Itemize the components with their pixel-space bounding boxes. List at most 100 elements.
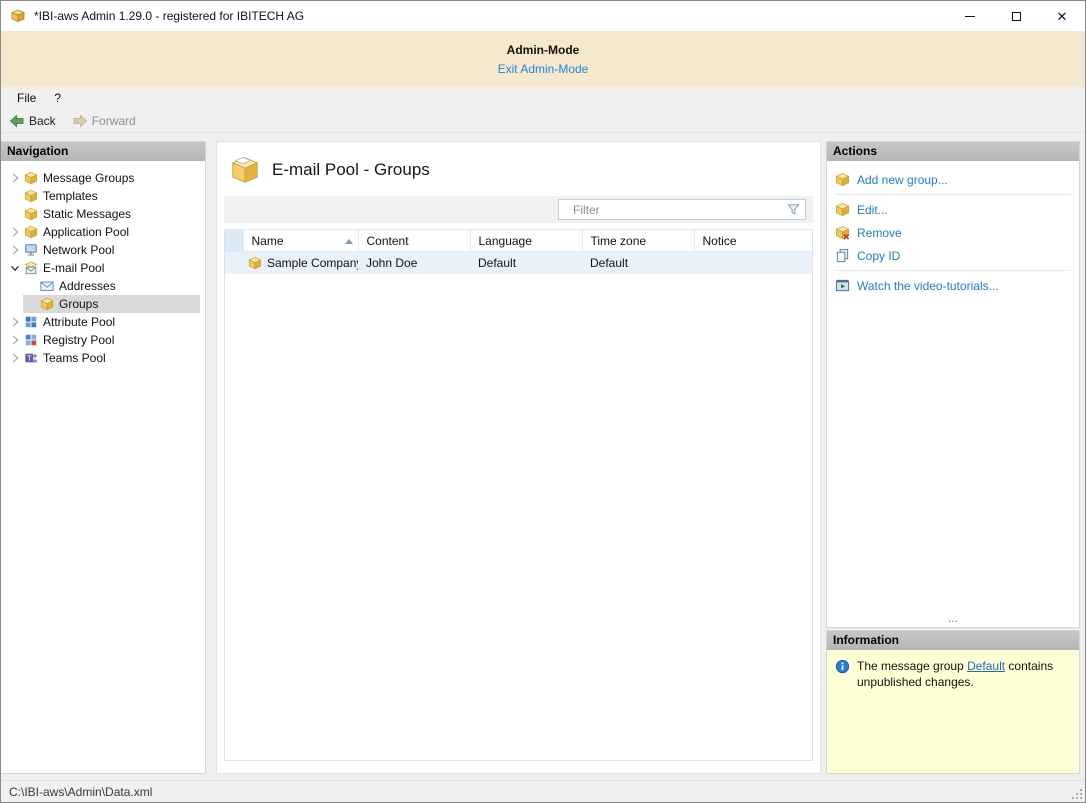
navigation-toolbar: Back Forward: [1, 109, 1085, 133]
cell-language: Default: [478, 256, 517, 270]
admin-mode-title: Admin-Mode: [506, 43, 580, 57]
status-bar: C:\IBI-aws\Admin\Data.xml: [1, 780, 1085, 802]
actions-overflow-indicator[interactable]: ...: [827, 612, 1079, 627]
video-icon: [835, 278, 850, 293]
grid-icon: [23, 314, 39, 330]
chevron-right-icon[interactable]: [7, 332, 23, 348]
cell-time-zone: Default: [590, 256, 629, 270]
table-header-row: Name Content Language Time zone Notice: [225, 229, 812, 252]
svg-text:T: T: [27, 356, 32, 363]
app-icon: [10, 8, 26, 24]
tree-item-groups[interactable]: Groups: [1, 295, 205, 313]
chevron-right-icon[interactable]: [7, 350, 23, 366]
exit-admin-mode-link[interactable]: Exit Admin-Mode: [498, 62, 589, 76]
content-panel: E-mail Pool - Groups Name: [216, 141, 821, 774]
envelope-icon: [39, 278, 55, 294]
back-button[interactable]: Back: [9, 113, 56, 129]
package-icon: [39, 296, 55, 312]
table-row[interactable]: Sample Company ... John Doe Default Defa…: [225, 251, 812, 275]
action-add-new-group[interactable]: Add new group...: [827, 168, 1079, 191]
close-icon: ✕: [1056, 8, 1068, 24]
groups-grid: Name Content Language Time zone Notice S…: [224, 229, 813, 761]
email-pool-icon: [23, 260, 39, 276]
email-pool-groups-icon: [230, 155, 260, 185]
action-copy-id[interactable]: Copy ID: [827, 244, 1079, 267]
package-icon: [23, 224, 39, 240]
package-icon: [23, 170, 39, 186]
chevron-right-icon[interactable]: [7, 314, 23, 330]
title-bar: *IBI-aws Admin 1.29.0 - registered for I…: [1, 1, 1085, 31]
actions-separator: [835, 270, 1071, 271]
filter-funnel-icon[interactable]: [786, 202, 801, 217]
tree-item-addresses[interactable]: Addresses: [1, 277, 205, 295]
page-title-row: E-mail Pool - Groups: [224, 142, 813, 196]
row-selector-header[interactable]: [225, 229, 244, 252]
filter-box: [558, 199, 806, 220]
actions-panel-header: Actions: [827, 142, 1079, 161]
navigation-tree: Message Groups Templates Static Messages: [1, 161, 205, 773]
information-panel-header: Information: [827, 631, 1079, 650]
menu-help[interactable]: ?: [45, 89, 70, 107]
network-icon: [23, 242, 39, 258]
status-file-path: C:\IBI-aws\Admin\Data.xml: [9, 784, 153, 799]
minimize-icon: [965, 15, 975, 17]
default-message-group-link[interactable]: Default: [967, 659, 1005, 673]
info-icon: [835, 659, 850, 674]
tree-item-email-pool[interactable]: E-mail Pool: [1, 259, 205, 277]
cell-notice: [694, 252, 812, 275]
window-title: *IBI-aws Admin 1.29.0 - registered for I…: [34, 9, 305, 23]
column-header-language[interactable]: Language: [470, 229, 583, 252]
column-header-time-zone[interactable]: Time zone: [582, 229, 695, 252]
chevron-right-icon[interactable]: [7, 170, 23, 186]
close-button[interactable]: ✕: [1039, 1, 1085, 31]
row-selector-cell[interactable]: [225, 252, 243, 275]
filter-input[interactable]: [559, 202, 786, 217]
sort-ascending-icon: [344, 239, 353, 244]
package-icon: [248, 256, 262, 270]
tree-item-templates[interactable]: Templates: [1, 187, 205, 205]
tree-item-teams-pool[interactable]: T Teams Pool: [1, 349, 205, 367]
chevron-right-icon[interactable]: [7, 242, 23, 258]
back-arrow-icon: [9, 113, 25, 129]
actions-list: Add new group... Edit... Remove Copy ID: [827, 161, 1079, 613]
main-area: Navigation Message Groups Templates Stat…: [1, 133, 1085, 780]
navigation-panel: Navigation Message Groups Templates Stat…: [1, 141, 206, 774]
menu-file[interactable]: File: [8, 89, 45, 107]
app-window: *IBI-aws Admin 1.29.0 - registered for I…: [0, 0, 1086, 803]
forward-button[interactable]: Forward: [72, 113, 136, 129]
remove-group-icon: [835, 225, 850, 240]
navigation-panel-header: Navigation: [1, 142, 205, 161]
tree-item-registry-pool[interactable]: Registry Pool: [1, 331, 205, 349]
maximize-icon: [1011, 11, 1021, 21]
column-header-notice[interactable]: Notice: [694, 229, 812, 252]
add-group-icon: [835, 172, 850, 187]
page-title: E-mail Pool - Groups: [272, 160, 430, 179]
actions-panel: Actions Add new group... Edit... Remove: [826, 141, 1080, 628]
tree-item-static-messages[interactable]: Static Messages: [1, 205, 205, 223]
teams-icon: T: [23, 350, 39, 366]
action-remove[interactable]: Remove: [827, 221, 1079, 244]
copy-icon: [835, 248, 850, 263]
tree-item-message-groups[interactable]: Message Groups: [1, 169, 205, 187]
maximize-button[interactable]: [993, 1, 1039, 31]
action-watch-video-tutorials[interactable]: Watch the video-tutorials...: [827, 274, 1079, 297]
chevron-right-icon[interactable]: [7, 224, 23, 240]
cell-content: John Doe: [366, 256, 418, 270]
minimize-button[interactable]: [947, 1, 993, 31]
chevron-down-icon[interactable]: [7, 260, 23, 276]
edit-group-icon: [835, 202, 850, 217]
package-icon: [23, 188, 39, 204]
information-message: The message group Default contains unpub…: [827, 650, 1079, 773]
tree-item-network-pool[interactable]: Network Pool: [1, 241, 205, 259]
column-header-content[interactable]: Content: [358, 229, 471, 252]
action-edit[interactable]: Edit...: [827, 198, 1079, 221]
tree-item-application-pool[interactable]: Application Pool: [1, 223, 205, 241]
filter-bar: [224, 196, 813, 223]
cell-name: Sample Company ...: [243, 252, 358, 274]
groups-table: Name Content Language Time zone Notice S…: [225, 229, 812, 274]
grid-empty-area: [225, 274, 812, 760]
tree-item-attribute-pool[interactable]: Attribute Pool: [1, 313, 205, 331]
resize-grip[interactable]: [1071, 788, 1083, 800]
forward-arrow-icon: [72, 113, 88, 129]
column-header-name[interactable]: Name: [243, 229, 359, 252]
